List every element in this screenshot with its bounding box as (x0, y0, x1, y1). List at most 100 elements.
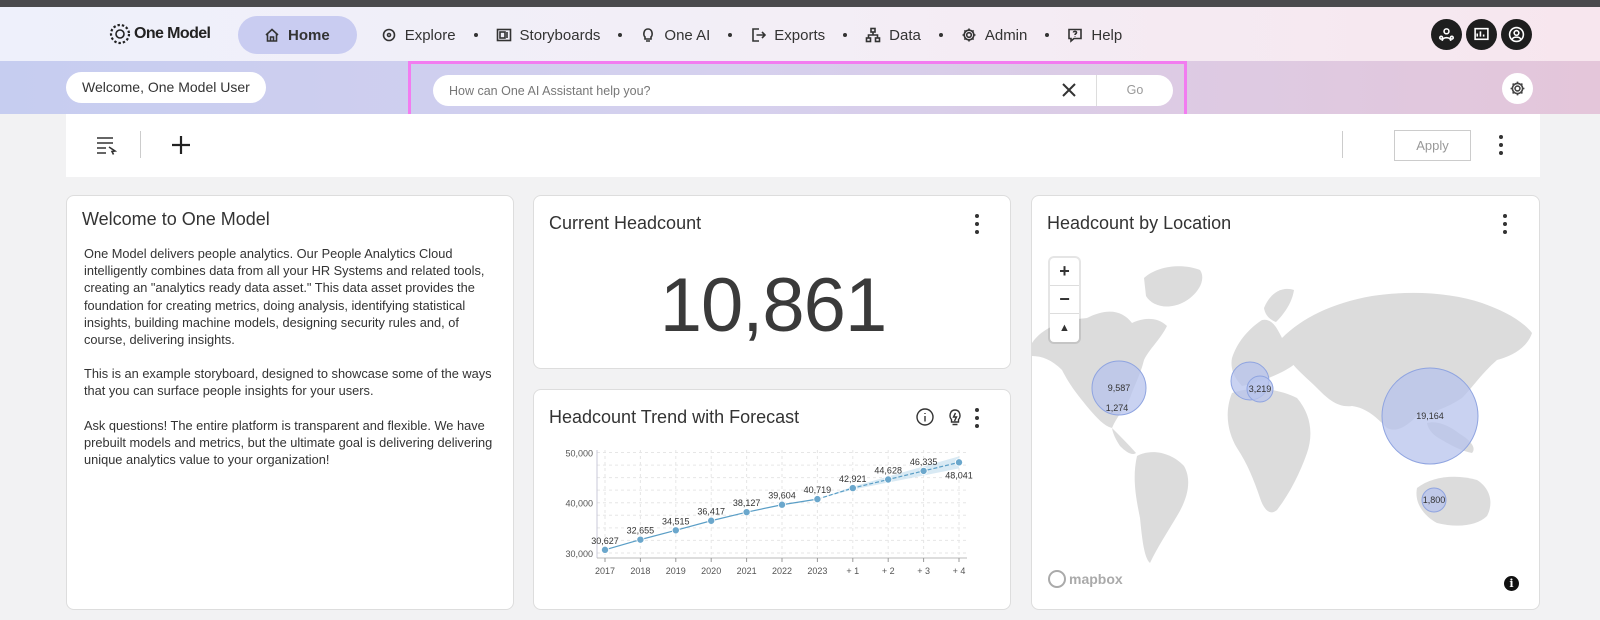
storyboard-icon (496, 28, 511, 42)
lightbulb-icon (643, 28, 654, 42)
org-chart-button[interactable] (1431, 19, 1462, 50)
nav-storyboards-label: Storyboards (519, 26, 601, 44)
nav-home[interactable]: Home (238, 16, 357, 54)
nav-one-ai[interactable]: One AI (628, 16, 722, 54)
data-label: 42,921 (839, 474, 867, 484)
headcount-by-location-card: Headcount by Location 9,587 1,274 3,219 19,… (1031, 195, 1540, 610)
apply-button[interactable]: Apply (1394, 130, 1471, 161)
data-point (954, 458, 963, 467)
toolbar-divider (1342, 131, 1343, 158)
main-nav: Home Explore Storyboards One AI Exports … (238, 16, 1134, 54)
data-label: 38,127 (733, 498, 761, 508)
gear-icon (1510, 81, 1525, 96)
data-label: 44,628 (874, 465, 902, 475)
x-tick-label: + 3 (917, 566, 930, 576)
map-more-button[interactable] (1502, 214, 1508, 234)
clear-button[interactable] (1059, 80, 1079, 100)
nav-storyboards[interactable]: Storyboards (484, 16, 613, 54)
x-tick-label: + 2 (882, 566, 895, 576)
explore-icon (382, 28, 395, 42)
nav-data[interactable]: Data (853, 16, 933, 54)
lightbulb-icon (949, 409, 961, 426)
people-network-icon (1439, 28, 1454, 42)
nav-explore[interactable]: Explore (369, 16, 468, 54)
dashboard-button[interactable] (1466, 19, 1497, 50)
export-icon (752, 28, 767, 42)
location-bubble-label: 19,164 (1416, 411, 1444, 421)
nav-admin-label: Admin (984, 26, 1028, 44)
data-point (707, 516, 716, 525)
info-button[interactable] (915, 407, 935, 427)
zoom-out-button[interactable]: − (1050, 286, 1079, 314)
storyboard-list-button[interactable] (95, 134, 118, 156)
headcount-trend-card: Headcount Trend with Forecast 30,000 40,0… (533, 389, 1011, 610)
dashboard-icon (1474, 27, 1489, 41)
x-tick-label: 2020 (701, 566, 721, 576)
assistant-settings-button[interactable] (1502, 73, 1533, 104)
map-card-title: Headcount by Location (1047, 213, 1232, 233)
help-icon (1068, 28, 1083, 43)
x-tick-label: 2019 (666, 566, 686, 576)
data-point (919, 466, 928, 475)
data-label: 40,719 (804, 485, 832, 495)
data-label: 36,417 (697, 507, 725, 517)
map-zoom-controls: + − ▲ (1050, 258, 1079, 342)
trend-card-title: Headcount Trend with Forecast (549, 407, 800, 427)
welcome-paragraph: This is an example storyboard, designed … (84, 366, 492, 399)
insight-button[interactable] (945, 407, 965, 427)
nav-separator (728, 33, 733, 37)
current-headcount-card: Current Headcount 10,861 (533, 195, 1011, 369)
plus-icon (172, 136, 190, 154)
nav-help[interactable]: Help (1055, 16, 1134, 54)
add-tile-button[interactable] (170, 134, 192, 156)
map-bubbles-layer: 9,587 1,274 3,219 19,164 1,800 (1091, 360, 1479, 513)
mapbox-text: mapbox (1069, 571, 1123, 587)
data-point (884, 475, 893, 484)
user-actions (1431, 19, 1536, 50)
close-icon (1062, 83, 1076, 97)
assistant-highlight-box: Go (408, 61, 1187, 120)
assistant-bar: Welcome, One Model User Go (0, 61, 1600, 120)
go-button[interactable]: Go (1096, 75, 1173, 106)
welcome-card-body: One Model delivers people analytics. Our… (84, 245, 502, 485)
headcount-more-button[interactable] (974, 214, 980, 234)
nav-data-label: Data (889, 26, 921, 44)
assistant-search-input[interactable] (433, 75, 1096, 106)
location-bubble-label: 1,800 (1423, 495, 1446, 505)
reset-bearing-button[interactable]: ▲ (1050, 314, 1079, 342)
location-bubble-label: 1,274 (1106, 403, 1129, 413)
data-point (777, 500, 786, 509)
mapbox-attribution[interactable]: mapbox (1048, 570, 1123, 588)
data-point (742, 508, 751, 517)
x-tick-label: + 4 (953, 566, 966, 576)
trend-more-button[interactable] (974, 408, 980, 428)
nav-home-label: Home (288, 26, 330, 44)
world-map[interactable]: 9,587 1,274 3,219 19,164 1,800 + − ▲ mapbox … (1032, 248, 1541, 597)
nav-separator (843, 33, 848, 37)
welcome-card-title: Welcome to One Model (82, 209, 270, 229)
toolbar-divider (140, 131, 141, 158)
storyboard-toolbar: Apply (66, 114, 1540, 177)
nav-exports[interactable]: Exports (738, 16, 837, 54)
x-tick-label: + 1 (846, 566, 859, 576)
data-label: 46,335 (910, 457, 938, 467)
toolbar-more-button[interactable] (1498, 135, 1504, 155)
one-model-logo[interactable]: One Model (108, 18, 211, 50)
gear-icon (962, 28, 976, 42)
location-bubble-label: 9,587 (1108, 383, 1131, 393)
y-tick-label: 40,000 (565, 499, 593, 509)
info-icon (916, 408, 934, 426)
logo-mark-icon (109, 23, 131, 45)
y-tick-label: 50,000 (565, 449, 593, 459)
x-tick-label: 2022 (772, 566, 792, 576)
nav-separator (618, 33, 623, 37)
map-info-button[interactable]: i (1504, 576, 1519, 591)
logo-text: One Model (134, 25, 211, 42)
headcount-kpi-value: 10,861 (659, 263, 887, 348)
data-point (848, 484, 857, 493)
zoom-in-button[interactable]: + (1050, 258, 1079, 286)
data-point (813, 495, 822, 504)
user-profile-button[interactable] (1501, 19, 1532, 50)
nav-admin[interactable]: Admin (949, 16, 1040, 54)
location-bubble-label: 3,219 (1249, 384, 1272, 394)
